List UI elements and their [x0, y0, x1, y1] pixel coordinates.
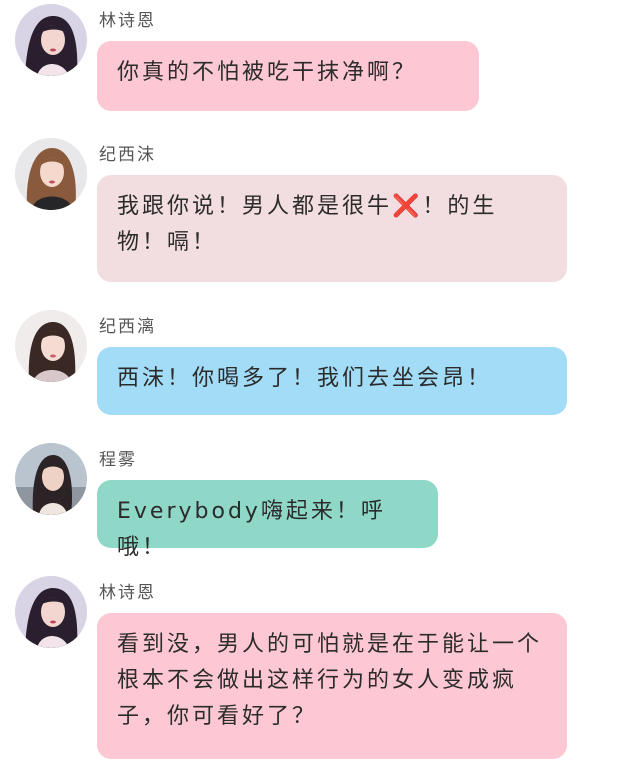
sender-name: 林诗恩	[99, 11, 156, 31]
sender-name: 程雾	[99, 450, 137, 470]
avatar[interactable]	[15, 138, 87, 210]
avatar-photo	[15, 310, 87, 382]
sender-name: 纪西沫	[99, 145, 156, 165]
avatar[interactable]	[15, 576, 87, 648]
avatar-photo	[15, 4, 87, 76]
avatar-photo	[15, 576, 87, 648]
message-text: 看到没，男人的可怕就是在于能让一个根本不会做出这样行为的女人变成疯子，你可看好了…	[117, 632, 543, 729]
message-bubble[interactable]: Everybody嗨起来！呼哦！	[97, 480, 438, 560]
message-bubble[interactable]: 看到没，男人的可怕就是在于能让一个根本不会做出这样行为的女人变成疯子，你可看好了…	[97, 613, 567, 759]
message-text: 我跟你说！男人都是很牛	[117, 194, 393, 219]
sender-name: 林诗恩	[99, 583, 156, 603]
message-text: Everybody嗨起来！呼哦！	[117, 499, 386, 560]
avatar-photo	[15, 443, 87, 515]
message-text: 你真的不怕被吃干抹净啊？	[117, 60, 418, 85]
message-bubble[interactable]: 我跟你说！男人都是很牛❌！的生物！嗝！	[97, 175, 567, 282]
message-bubble[interactable]: 你真的不怕被吃干抹净啊？	[97, 41, 479, 111]
avatar-photo	[15, 138, 87, 210]
message-text: 西沫！你喝多了！我们去坐会昂！	[117, 366, 493, 391]
avatar[interactable]	[15, 4, 87, 76]
message-bubble[interactable]: 西沫！你喝多了！我们去坐会昂！	[97, 347, 567, 415]
avatar[interactable]	[15, 310, 87, 382]
sender-name: 纪西漓	[99, 317, 156, 337]
cross-mark-icon: ❌	[392, 194, 423, 219]
avatar[interactable]	[15, 443, 87, 515]
